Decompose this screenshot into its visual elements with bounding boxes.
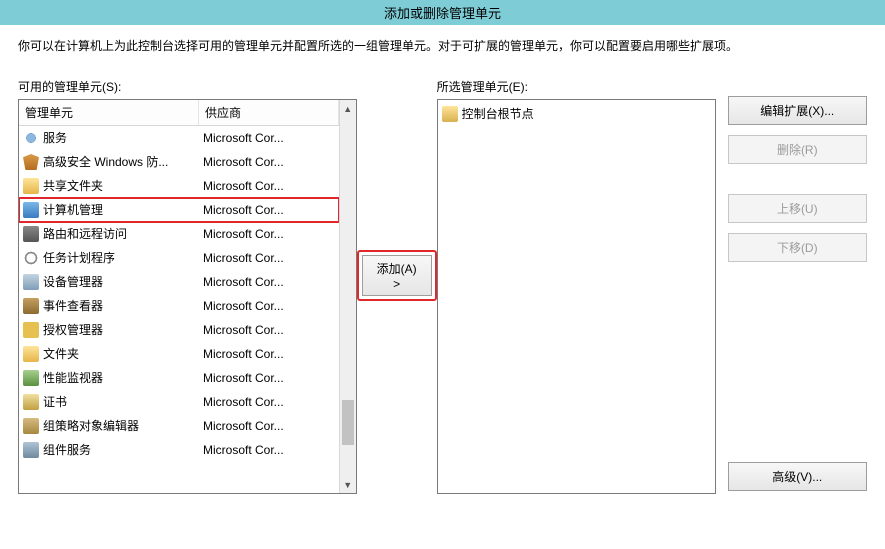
snapin-name: 组件服务 [43, 440, 203, 460]
tree-root-item[interactable]: 控制台根节点 [442, 104, 711, 124]
list-item[interactable]: 文件夹Microsoft Cor... [19, 342, 339, 366]
snapin-name: 高级安全 Windows 防... [43, 152, 203, 172]
snapin-name: 性能监视器 [43, 368, 203, 388]
snapin-name: 文件夹 [43, 344, 203, 364]
remove-button[interactable]: 删除(R) [728, 135, 867, 164]
snapin-vendor: Microsoft Cor... [203, 200, 335, 220]
snapin-vendor: Microsoft Cor... [203, 248, 335, 268]
column-header-vendor[interactable]: 供应商 [199, 100, 339, 125]
snapin-icon [23, 322, 39, 338]
snapin-icon [23, 418, 39, 434]
snapin-name: 计算机管理 [43, 200, 203, 220]
snapin-vendor: Microsoft Cor... [203, 128, 335, 148]
scroll-thumb[interactable] [342, 400, 354, 445]
list-item[interactable]: 组件服务Microsoft Cor... [19, 438, 339, 462]
selected-label: 所选管理单元(E): [437, 78, 716, 95]
move-up-button[interactable]: 上移(U) [728, 194, 867, 223]
snapin-vendor: Microsoft Cor... [203, 176, 335, 196]
list-item[interactable]: 授权管理器Microsoft Cor... [19, 318, 339, 342]
snapin-name: 组策略对象编辑器 [43, 416, 203, 436]
snapin-icon [23, 346, 39, 362]
available-scrollbar[interactable]: ▲ ▼ [339, 100, 356, 493]
snapin-icon [23, 298, 39, 314]
snapin-icon [23, 442, 39, 458]
snapin-vendor: Microsoft Cor... [203, 272, 335, 292]
list-item[interactable]: 性能监视器Microsoft Cor... [19, 366, 339, 390]
snapin-name: 事件查看器 [43, 296, 203, 316]
snapin-name: 共享文件夹 [43, 176, 203, 196]
snapin-name: 任务计划程序 [43, 248, 203, 268]
tree-root-label: 控制台根节点 [462, 104, 534, 124]
scroll-down-icon[interactable]: ▼ [340, 476, 356, 493]
add-button[interactable]: 添加(A) > [362, 255, 432, 296]
scroll-up-icon[interactable]: ▲ [340, 100, 356, 117]
snapin-icon [23, 250, 39, 266]
snapin-vendor: Microsoft Cor... [203, 440, 335, 460]
snapin-name: 路由和远程访问 [43, 224, 203, 244]
list-item[interactable]: 路由和远程访问Microsoft Cor... [19, 222, 339, 246]
snapin-vendor: Microsoft Cor... [203, 296, 335, 316]
snapin-icon [23, 394, 39, 410]
snapin-name: 服务 [43, 128, 203, 148]
available-label: 可用的管理单元(S): [18, 78, 357, 95]
selected-tree[interactable]: 控制台根节点 [437, 99, 716, 494]
add-button-highlight: 添加(A) > [357, 250, 437, 301]
snapin-vendor: Microsoft Cor... [203, 224, 335, 244]
list-item[interactable]: 事件查看器Microsoft Cor... [19, 294, 339, 318]
snapin-icon [23, 154, 39, 170]
list-item[interactable]: 任务计划程序Microsoft Cor... [19, 246, 339, 270]
list-item[interactable]: 证书Microsoft Cor... [19, 390, 339, 414]
list-item[interactable]: 组策略对象编辑器Microsoft Cor... [19, 414, 339, 438]
list-item[interactable]: 设备管理器Microsoft Cor... [19, 270, 339, 294]
snapin-name: 授权管理器 [43, 320, 203, 340]
list-item[interactable]: 共享文件夹Microsoft Cor... [19, 174, 339, 198]
snapin-icon [23, 370, 39, 386]
snapin-icon [23, 274, 39, 290]
snapin-vendor: Microsoft Cor... [203, 392, 335, 412]
advanced-button[interactable]: 高级(V)... [728, 462, 867, 491]
instruction-text: 你可以在计算机上为此控制台选择可用的管理单元并配置所选的一组管理单元。对于可扩展… [18, 37, 867, 54]
snapin-name: 设备管理器 [43, 272, 203, 292]
list-item[interactable]: 计算机管理Microsoft Cor... [19, 198, 339, 222]
move-down-button[interactable]: 下移(D) [728, 233, 867, 262]
list-item[interactable]: 高级安全 Windows 防...Microsoft Cor... [19, 150, 339, 174]
snapin-name: 证书 [43, 392, 203, 412]
snapin-vendor: Microsoft Cor... [203, 416, 335, 436]
snapin-vendor: Microsoft Cor... [203, 320, 335, 340]
snapin-icon [23, 178, 39, 194]
snapin-icon [23, 130, 39, 146]
edit-extensions-button[interactable]: 编辑扩展(X)... [728, 96, 867, 125]
available-list-header: 管理单元 供应商 [19, 100, 339, 126]
snapin-icon [23, 226, 39, 242]
dialog-title: 添加或删除管理单元 [0, 0, 885, 25]
list-item[interactable]: 服务Microsoft Cor... [19, 126, 339, 150]
snapin-icon [23, 202, 39, 218]
available-list[interactable]: 管理单元 供应商 服务Microsoft Cor...高级安全 Windows … [18, 99, 357, 494]
snapin-vendor: Microsoft Cor... [203, 368, 335, 388]
column-header-name[interactable]: 管理单元 [19, 100, 199, 125]
snapin-vendor: Microsoft Cor... [203, 152, 335, 172]
snapin-vendor: Microsoft Cor... [203, 344, 335, 364]
folder-icon [442, 106, 458, 122]
